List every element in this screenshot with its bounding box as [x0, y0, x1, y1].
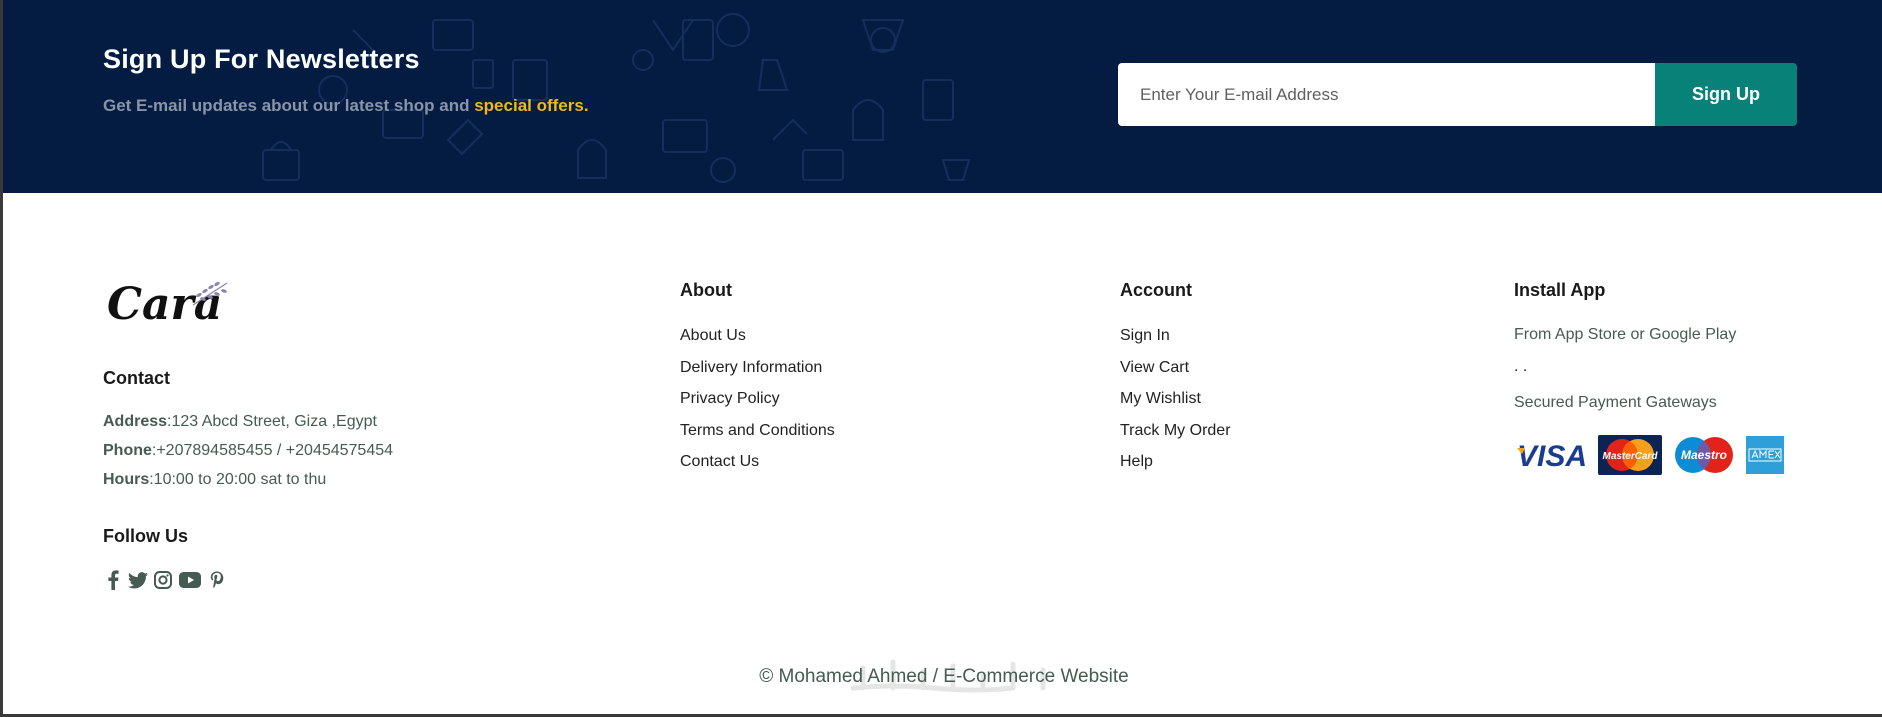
about-column: About About Us Delivery Information Priv…: [680, 280, 835, 484]
address-value: :123 Abcd Street, Giza ,Egypt: [167, 413, 377, 430]
svg-text:MasterCard: MasterCard: [1602, 451, 1658, 462]
follow-us-heading: Follow Us: [103, 526, 188, 546]
newsletter-title: Sign Up For Newsletters: [103, 44, 420, 74]
link-track-my-order[interactable]: Track My Order: [1120, 421, 1231, 453]
contact-address: Address:123 Abcd Street, Giza ,Egypt: [103, 413, 377, 431]
install-app-column: Install App From App Store or Google Pla…: [1514, 280, 1736, 412]
about-heading: About: [680, 280, 732, 300]
link-sign-in[interactable]: Sign In: [1120, 326, 1231, 358]
payment-icons: VISA MasterCard Maestro: [1515, 435, 1784, 475]
secured-payment-text: Secured Payment Gateways: [1514, 393, 1717, 411]
american-express-icon: [1746, 436, 1784, 474]
hours-label: Hours: [103, 471, 150, 488]
sign-up-button[interactable]: Sign Up: [1655, 63, 1797, 126]
special-offers-highlight: special offers.: [474, 96, 589, 115]
instagram-icon[interactable]: [153, 569, 173, 591]
newsletter-form: Sign Up: [1118, 63, 1797, 126]
app-store-text: From App Store or Google Play: [1514, 326, 1737, 343]
hours-value: :10:00 to 20:00 sat to thu: [149, 471, 327, 488]
svg-text:Maestro: Maestro: [1681, 448, 1727, 462]
account-heading: Account: [1120, 280, 1192, 300]
facebook-icon[interactable]: [103, 569, 123, 591]
link-view-cart[interactable]: View Cart: [1120, 358, 1231, 390]
link-about-us[interactable]: About Us: [680, 326, 835, 358]
link-privacy-policy[interactable]: Privacy Policy: [680, 389, 835, 421]
email-input[interactable]: [1118, 63, 1655, 126]
contact-hours: Hours:10:00 to 20:00 sat to thu: [103, 471, 326, 489]
page-frame: Sign Up For Newsletters Get E-mail updat…: [3, 0, 1882, 714]
account-links: Sign In View Cart My Wishlist Track My O…: [1120, 326, 1231, 484]
newsletter-section: Sign Up For Newsletters Get E-mail updat…: [3, 0, 1882, 193]
logo-text: Cara: [107, 279, 222, 330]
maestro-icon: Maestro: [1675, 437, 1733, 473]
copyright-text: © Mohamed Ahmed / E-Commerce Website: [759, 666, 1129, 687]
address-label: Address: [103, 413, 168, 430]
twitter-icon[interactable]: [128, 569, 148, 591]
link-delivery-information[interactable]: Delivery Information: [680, 358, 835, 390]
contact-heading: Contact: [103, 368, 170, 388]
phone-label: Phone: [103, 442, 152, 459]
svg-text:VISA: VISA: [1517, 440, 1587, 472]
link-contact-us[interactable]: Contact Us: [680, 452, 835, 484]
newsletter-subtitle-text: Get E-mail updates about our latest shop…: [103, 96, 475, 115]
app-badges-placeholder: . .: [1514, 357, 1528, 375]
link-help[interactable]: Help: [1120, 452, 1231, 484]
logo[interactable]: Cara: [103, 275, 233, 336]
install-app-heading: Install App: [1514, 280, 1606, 300]
newsletter-subtitle: Get E-mail updates about our latest shop…: [103, 96, 589, 116]
visa-icon: VISA: [1517, 440, 1587, 472]
mastercard-icon: MasterCard: [1598, 435, 1662, 475]
youtube-icon[interactable]: [178, 569, 202, 591]
contact-phone: Phone:+207894585455 / +20454575454: [103, 442, 393, 460]
account-column: Account Sign In View Cart My Wishlist Tr…: [1120, 280, 1231, 484]
social-icons: [103, 569, 227, 591]
pinterest-icon[interactable]: [207, 569, 227, 591]
about-links: About Us Delivery Information Privacy Po…: [680, 326, 835, 484]
link-my-wishlist[interactable]: My Wishlist: [1120, 389, 1231, 421]
phone-value: :+207894585455 / +20454575454: [151, 442, 394, 459]
link-terms-and-conditions[interactable]: Terms and Conditions: [680, 421, 835, 453]
